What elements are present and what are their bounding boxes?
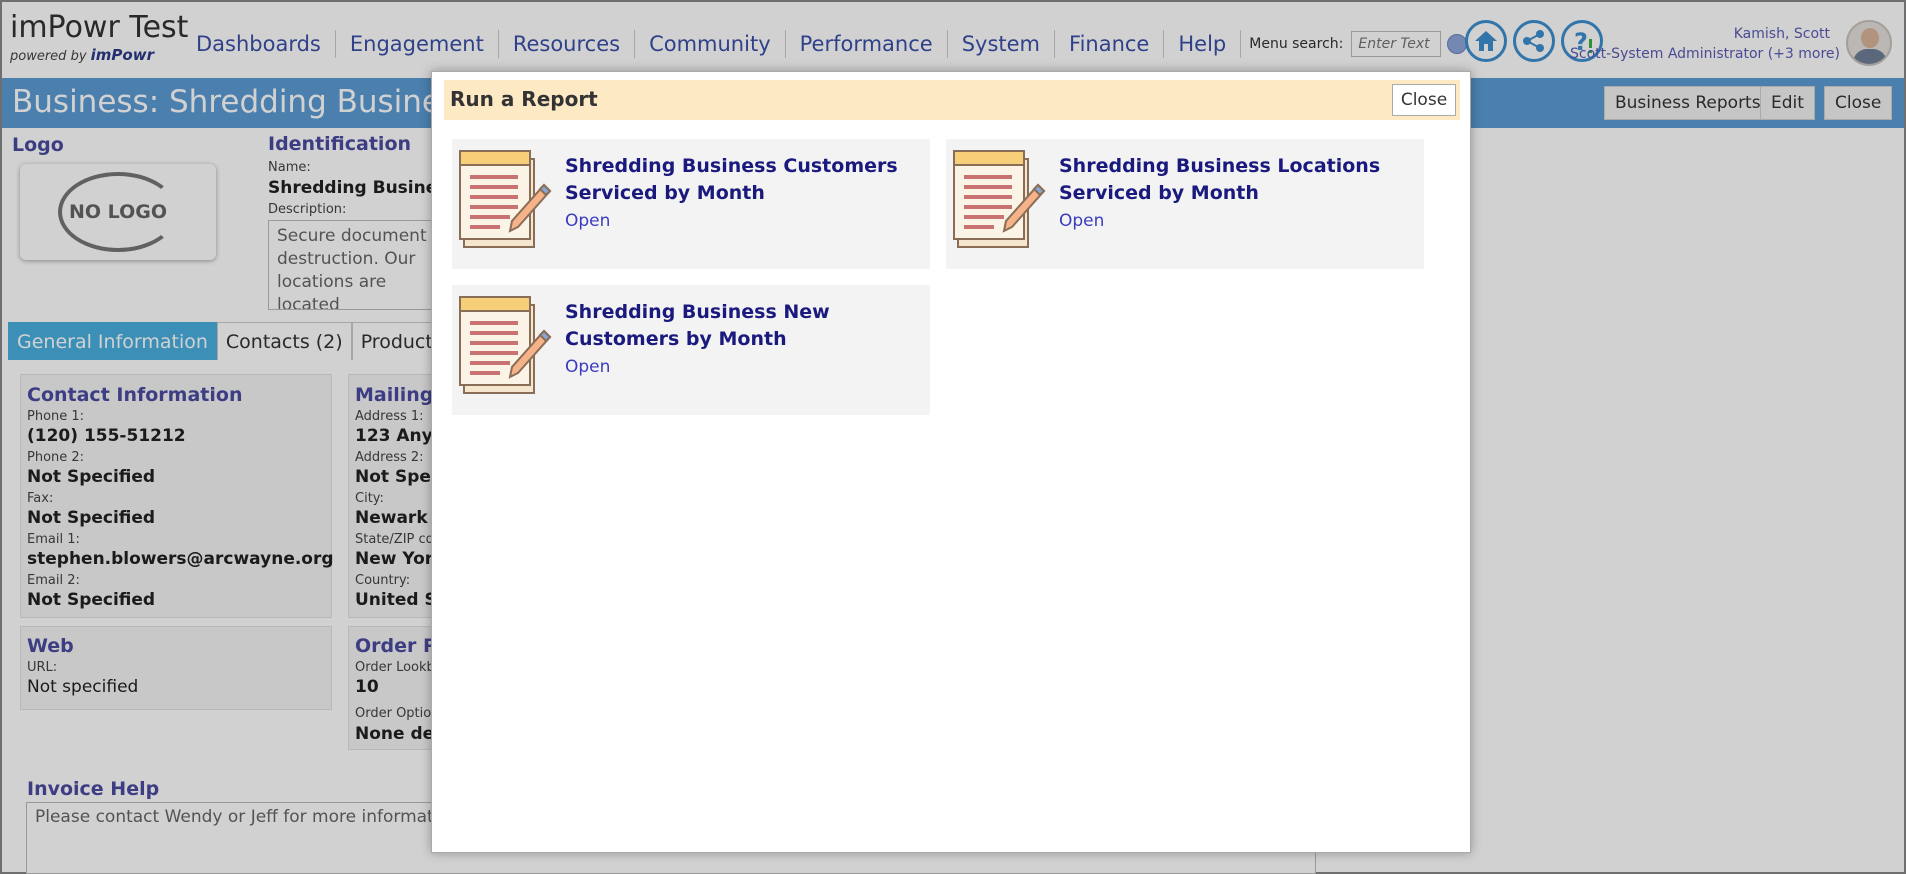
report-title[interactable]: Shredding Business New Customers by Mont… [565,299,925,353]
report-document-icon [953,150,1046,248]
report-card[interactable]: Shredding Business Locations Serviced by… [946,139,1424,269]
report-card[interactable]: Shredding Business Customers Serviced by… [452,139,930,269]
report-open-link[interactable]: Open [565,357,610,377]
dialog-title: Run a Report [450,87,598,111]
dialog-close-button[interactable]: Close [1392,84,1456,116]
report-open-link[interactable]: Open [565,211,610,231]
report-open-link[interactable]: Open [1059,211,1104,231]
report-title[interactable]: Shredding Business Customers Serviced by… [565,153,925,207]
dialog-header: Run a Report Close [444,80,1460,120]
report-card[interactable]: Shredding Business New Customers by Mont… [452,285,930,415]
report-title[interactable]: Shredding Business Locations Serviced by… [1059,153,1419,207]
run-report-dialog: Run a Report Close Shredding Business Cu… [431,71,1471,853]
report-document-icon [459,150,552,248]
report-document-icon [459,296,552,394]
